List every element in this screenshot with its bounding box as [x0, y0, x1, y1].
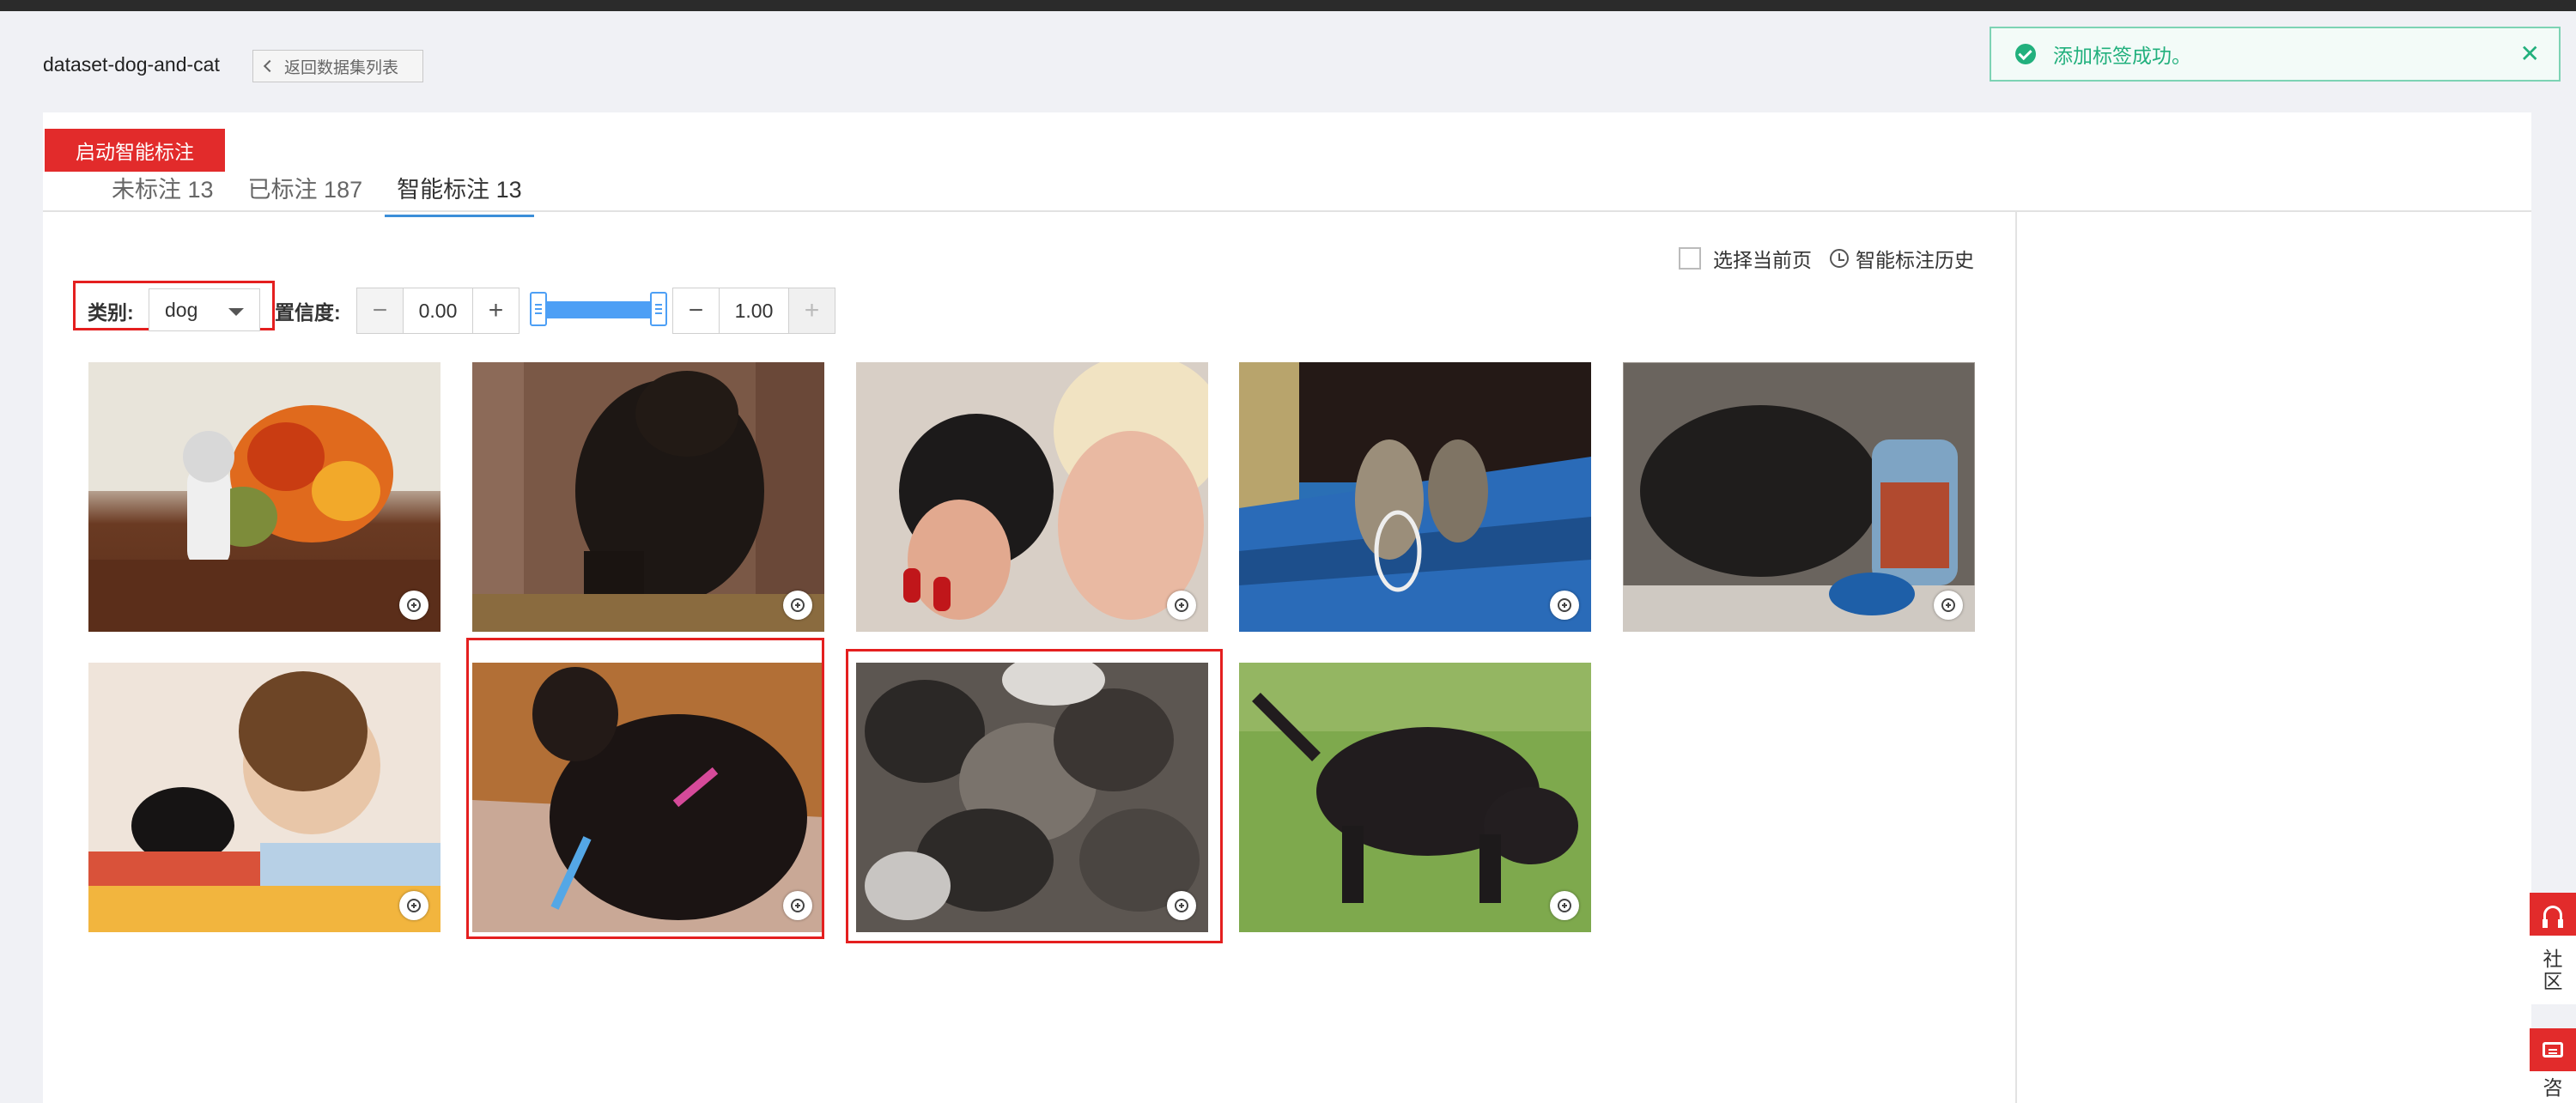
zoom-in-icon[interactable] [399, 891, 428, 920]
image-thumb-2[interactable] [472, 362, 824, 632]
thumb-2-art [472, 362, 824, 632]
select-page-label: 选择当前页 [1713, 249, 1812, 271]
thumb-9-art [1239, 663, 1591, 932]
select-current-page[interactable]: 选择当前页 [1679, 244, 1812, 273]
image-thumb-3[interactable] [856, 362, 1208, 632]
history-icon [1830, 249, 1849, 268]
image-thumb-6[interactable] [88, 663, 440, 932]
grip-icon [655, 304, 662, 314]
zoom-in-icon[interactable] [399, 591, 428, 620]
thumb-4-art [1239, 362, 1591, 632]
image-thumb-5[interactable] [1623, 362, 1975, 632]
zoom-in-icon[interactable] [1167, 591, 1196, 620]
highlight-box-image-7 [466, 638, 824, 939]
highlight-box-image-8 [846, 649, 1223, 943]
confidence-label: 置信度: [275, 301, 341, 324]
community-float-button[interactable] [2530, 893, 2576, 936]
back-to-dataset-list-button[interactable]: 返回数据集列表 [252, 50, 423, 82]
chevron-left-icon [263, 59, 276, 73]
top-bar [0, 0, 2576, 11]
thumb-1-art [88, 362, 440, 632]
max-decrement-button[interactable]: − [673, 288, 720, 333]
success-toast: 添加标签成功。 ✕ [1990, 27, 2561, 82]
chat-icon [2543, 1042, 2563, 1058]
image-thumb-1[interactable] [88, 362, 440, 632]
dataset-title: dataset-dog-and-cat [43, 53, 220, 76]
community-label-char-2: 区 [2543, 970, 2563, 992]
thumb-3-art [856, 362, 1208, 632]
slider-handle-min[interactable] [530, 292, 547, 326]
community-label[interactable]: 社 区 [2530, 936, 2576, 1004]
headset-icon [2543, 906, 2563, 928]
slider-handle-max[interactable] [650, 292, 667, 326]
chevron-down-icon [228, 308, 244, 316]
image-thumb-4[interactable] [1239, 362, 1591, 632]
min-decrement-button[interactable]: − [357, 288, 404, 333]
consult-label[interactable]: 咨 [2530, 1071, 2576, 1103]
close-icon[interactable]: ✕ [2520, 42, 2540, 66]
zoom-in-icon[interactable] [1934, 591, 1963, 620]
side-panel-divider [2015, 210, 2017, 1103]
category-value: dog [165, 298, 198, 321]
start-smart-label-button[interactable]: 启动智能标注 [45, 129, 225, 172]
thumb-6-art [88, 663, 440, 932]
back-button-label: 返回数据集列表 [284, 58, 399, 77]
zoom-in-icon[interactable] [1550, 891, 1579, 920]
confidence-min-stepper[interactable]: − 0.00 + [356, 288, 519, 334]
select-page-checkbox[interactable] [1679, 247, 1701, 270]
toast-message: 添加标签成功。 [2053, 45, 2191, 67]
check-circle-icon [2015, 44, 2036, 64]
confidence-slider-track[interactable] [538, 301, 659, 318]
smart-label-history-link[interactable]: 智能标注历史 [1830, 244, 1974, 273]
zoom-in-icon[interactable] [783, 591, 812, 620]
category-select[interactable]: dog [149, 288, 260, 331]
consult-label-char: 咨 [2543, 1076, 2563, 1099]
consult-float-button[interactable] [2530, 1028, 2576, 1071]
min-value[interactable]: 0.00 [404, 288, 472, 333]
grip-icon [535, 304, 542, 314]
category-label: 类别: [88, 301, 134, 324]
min-increment-button[interactable]: + [472, 288, 519, 333]
image-thumb-9[interactable] [1239, 663, 1591, 932]
max-value[interactable]: 1.00 [720, 288, 788, 333]
confidence-max-stepper[interactable]: − 1.00 + [672, 288, 835, 334]
tab-divider [43, 210, 2531, 212]
history-label: 智能标注历史 [1856, 249, 1974, 271]
thumb-5-art [1623, 362, 1975, 632]
max-increment-button[interactable]: + [788, 288, 835, 333]
community-label-char-1: 社 [2543, 948, 2563, 970]
zoom-in-icon[interactable] [1550, 591, 1579, 620]
